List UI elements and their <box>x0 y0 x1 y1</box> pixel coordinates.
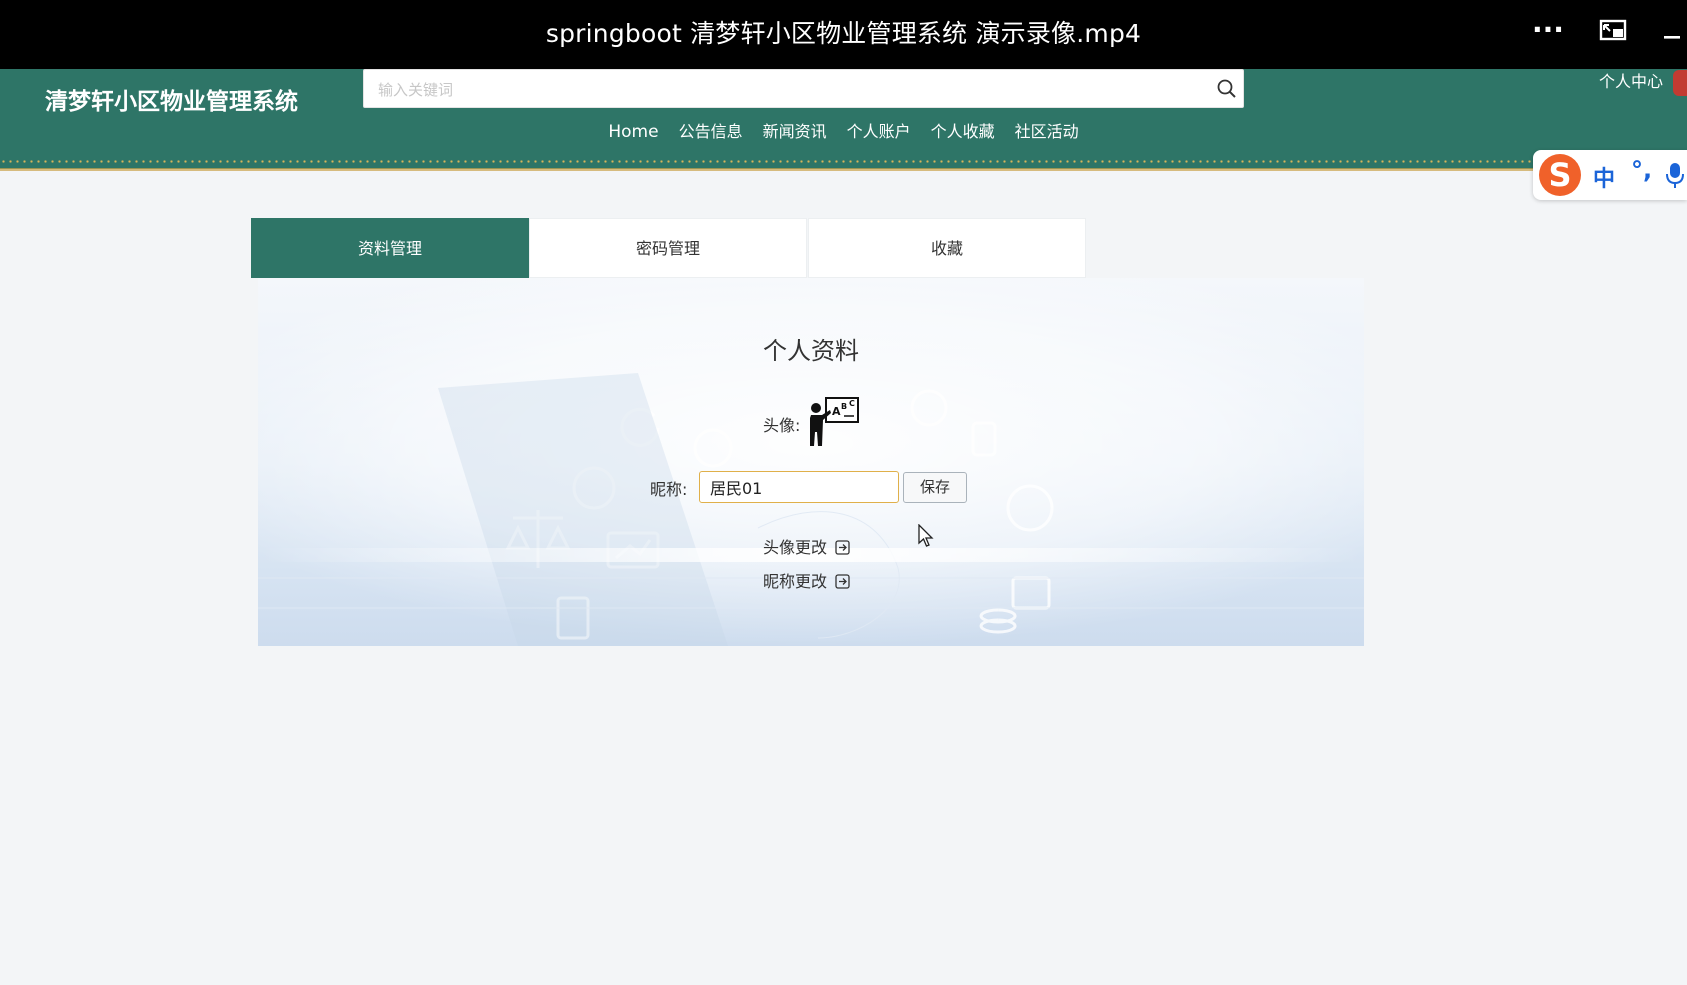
ime-mode-toggle[interactable]: 中 <box>1593 161 1615 193</box>
tab-password-management[interactable]: 密码管理 <box>529 218 807 278</box>
ime-toolbar: S 中 °, <box>1533 150 1687 200</box>
external-link-icon <box>835 574 850 589</box>
nav-announcements[interactable]: 公告信息 <box>679 116 743 144</box>
nav-news[interactable]: 新闻资讯 <box>763 116 827 144</box>
change-nickname-label: 昵称更改 <box>763 572 828 591</box>
svg-text:C: C <box>849 399 855 408</box>
user-avatar-edge[interactable] <box>1673 70 1687 96</box>
video-title: springboot 清梦轩小区物业管理系统 演示录像.mp4 <box>545 19 1142 48</box>
change-avatar-link[interactable]: 头像更改 <box>763 534 850 558</box>
ime-logo[interactable]: S <box>1539 154 1581 196</box>
ime-punctuation-toggle[interactable]: °, <box>1631 156 1652 184</box>
nav-home[interactable]: Home <box>608 120 658 144</box>
profile-tabs: 资料管理 密码管理 收藏 <box>251 218 1086 278</box>
minimize-icon[interactable] <box>1652 16 1687 52</box>
microphone-icon[interactable] <box>1665 161 1685 189</box>
nickname-input[interactable] <box>699 471 899 503</box>
teacher-at-board-icon: A B C <box>810 397 859 446</box>
picture-in-picture-icon[interactable] <box>1598 16 1638 52</box>
svg-text:A: A <box>832 405 841 418</box>
mouse-cursor-icon <box>918 524 934 547</box>
search-box <box>363 69 1244 108</box>
tab-favorites[interactable]: 收藏 <box>808 218 1086 278</box>
svg-text:B: B <box>841 402 847 411</box>
profile-title: 个人资料 <box>763 337 859 365</box>
change-avatar-label: 头像更改 <box>763 538 828 557</box>
external-link-icon <box>835 540 850 555</box>
header-divider <box>0 168 1687 171</box>
ellipsis-icon[interactable]: ··· <box>1528 16 1568 52</box>
nav-account[interactable]: 个人账户 <box>847 116 911 144</box>
nickname-label: 昵称: <box>650 480 688 499</box>
main-nav: Home 公告信息 新闻资讯 个人账户 个人收藏 社区活动 <box>0 116 1687 144</box>
site-title: 清梦轩小区物业管理系统 <box>45 89 298 115</box>
avatar-label: 头像: <box>763 416 801 435</box>
header-dotted-border <box>0 160 1687 163</box>
profile-panel: 个人资料 头像: A B C 昵称: 保存 头像更改 昵称更改 <box>258 278 1364 646</box>
search-input[interactable] <box>376 76 1200 104</box>
tab-profile-management[interactable]: 资料管理 <box>251 218 529 278</box>
video-player-bar: springboot 清梦轩小区物业管理系统 演示录像.mp4 ··· <box>0 0 1687 69</box>
change-nickname-link[interactable]: 昵称更改 <box>763 568 850 592</box>
search-icon[interactable] <box>1216 78 1238 100</box>
user-center-link[interactable]: 个人中心 <box>1599 68 1663 92</box>
save-button[interactable]: 保存 <box>903 472 967 503</box>
nav-community-activities[interactable]: 社区活动 <box>1015 116 1079 144</box>
nav-favorites[interactable]: 个人收藏 <box>931 116 995 144</box>
